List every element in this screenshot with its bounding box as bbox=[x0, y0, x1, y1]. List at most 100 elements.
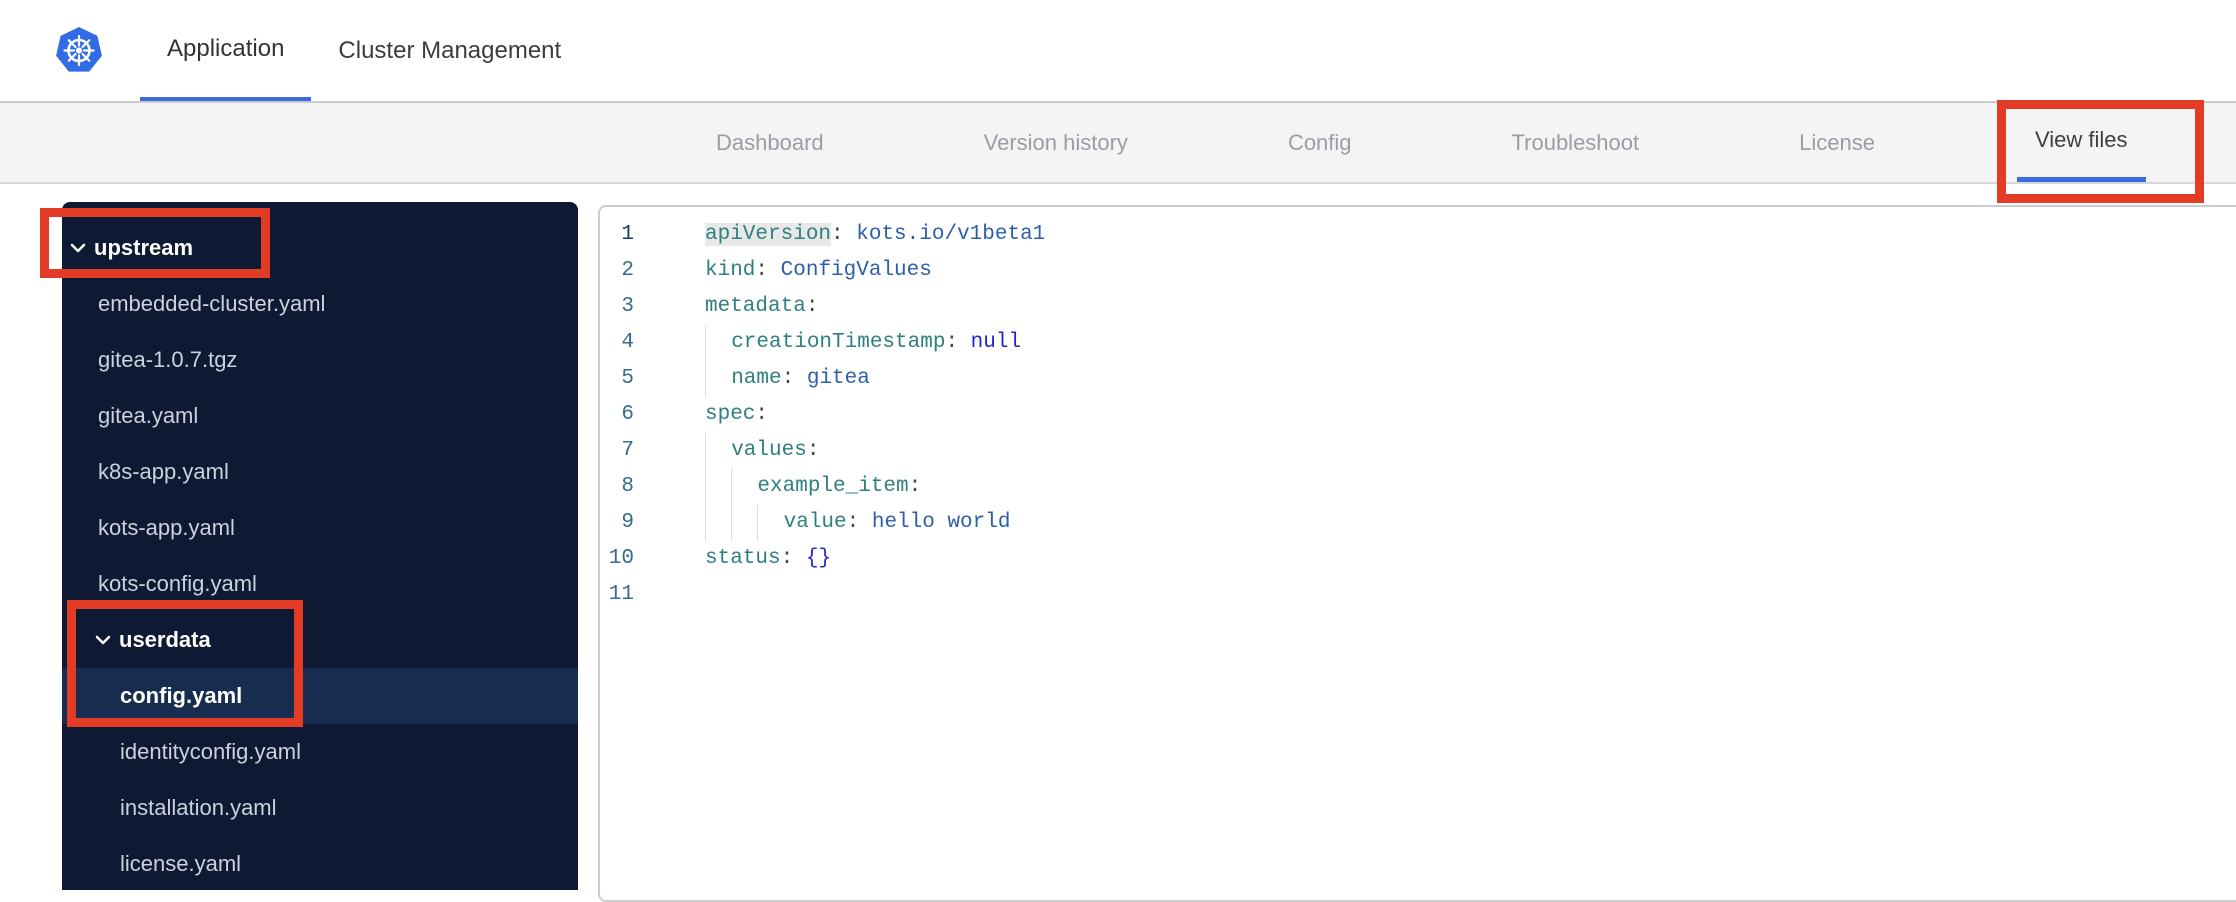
code-token: gitea bbox=[806, 367, 870, 390]
header-tabs: Application Cluster Management bbox=[140, 0, 588, 101]
tree-item-upstream[interactable]: upstream bbox=[40, 208, 578, 278]
indent-guide bbox=[705, 469, 731, 505]
line-number: 6 bbox=[621, 403, 634, 426]
indent-guide bbox=[705, 433, 731, 469]
code-token: spec bbox=[705, 403, 756, 426]
code-line-content: kind: ConfigValues bbox=[705, 259, 932, 282]
tree-item-kots-config-yaml[interactable]: kots-config.yaml bbox=[62, 556, 578, 612]
header-tab-label: Cluster Management bbox=[338, 36, 562, 64]
tree-item-installation-yaml[interactable]: installation.yaml bbox=[62, 780, 578, 836]
header-tab-label: Application bbox=[167, 34, 285, 62]
line-number: 8 bbox=[621, 475, 634, 498]
code-token: : bbox=[755, 403, 769, 426]
code-token: : bbox=[806, 439, 820, 462]
code-token: kots.io/v1beta1 bbox=[856, 223, 1046, 246]
file-label: kots-app.yaml bbox=[98, 515, 235, 540]
header-tab-application[interactable]: Application bbox=[140, 0, 312, 101]
tree-item-kots-app-yaml[interactable]: kots-app.yaml bbox=[62, 500, 578, 556]
code-line-5[interactable]: 5 name: gitea bbox=[600, 361, 2236, 397]
file-label: installation.yaml bbox=[120, 795, 277, 820]
line-number: 1 bbox=[621, 223, 634, 246]
code-line-content: values: bbox=[705, 433, 820, 469]
file-label: license.yaml bbox=[120, 851, 242, 876]
line-number: 9 bbox=[621, 511, 634, 534]
tree-item-embedded-cluster-yaml[interactable]: embedded-cluster.yaml bbox=[62, 276, 578, 332]
nav-tab-label: Troubleshoot bbox=[1511, 129, 1640, 155]
line-number: 10 bbox=[608, 547, 634, 570]
code-line-content: example_item: bbox=[705, 469, 921, 505]
code-token: values bbox=[731, 439, 807, 462]
code-token: : bbox=[755, 259, 769, 282]
code-line-4[interactable]: 4 creationTimestamp: null bbox=[600, 325, 2236, 361]
tree-item-k8s-app-yaml[interactable]: k8s-app.yaml bbox=[62, 444, 578, 500]
indent-guide bbox=[731, 469, 757, 505]
code-token: example_item bbox=[757, 475, 909, 498]
nav-tab-version-history[interactable]: Version history bbox=[966, 103, 1146, 182]
file-label: config.yaml bbox=[120, 683, 243, 708]
chevron-down-icon bbox=[68, 238, 88, 258]
code-line-9[interactable]: 9 value: hello world bbox=[600, 505, 2236, 541]
file-tree-sidebar: upstream embedded-cluster.yaml gitea-1.0.7… bbox=[40, 202, 578, 892]
code-token: name bbox=[731, 367, 782, 390]
nav-tab-label: Version history bbox=[983, 129, 1128, 155]
code-token: : bbox=[780, 547, 794, 570]
file-label: k8s-app.yaml bbox=[98, 459, 229, 484]
code-token: : bbox=[831, 223, 844, 246]
header-tab-cluster-management[interactable]: Cluster Management bbox=[311, 0, 588, 101]
folder-label: userdata bbox=[119, 627, 211, 652]
app-subnav: Dashboard Version history Config Troublesho… bbox=[0, 100, 2236, 203]
line-number: 7 bbox=[621, 439, 634, 462]
nav-tab-license[interactable]: License bbox=[1781, 103, 1893, 182]
indent-guide bbox=[731, 505, 757, 541]
nav-tab-config[interactable]: Config bbox=[1270, 103, 1370, 182]
code-line-11[interactable]: 11 bbox=[600, 577, 2236, 613]
file-label: gitea-1.0.7.tgz bbox=[98, 347, 238, 372]
tree-item-userdata[interactable]: userdata bbox=[62, 600, 578, 727]
nav-tab-view-files[interactable]: View files bbox=[1996, 100, 2204, 203]
nav-tab-label: Config bbox=[1287, 129, 1352, 155]
code-token: null bbox=[970, 331, 1022, 354]
code-line-content: metadata: bbox=[705, 295, 818, 318]
code-line-10[interactable]: 10 status: {} bbox=[600, 541, 2236, 577]
chevron-down-icon bbox=[93, 630, 113, 650]
code-line-content: apiVersion: kots.io/v1beta1 bbox=[705, 223, 1045, 246]
code-line-content: spec: bbox=[705, 403, 768, 426]
nav-tab-label: Dashboard bbox=[716, 129, 824, 155]
code-token: metadata bbox=[705, 295, 806, 318]
tree-item-gitea-1-0-7-tgz[interactable]: gitea-1.0.7.tgz bbox=[62, 332, 578, 388]
tree-item-identityconfig-yaml[interactable]: identityconfig.yaml bbox=[62, 724, 578, 780]
tree-item-gitea-yaml[interactable]: gitea.yaml bbox=[62, 388, 578, 444]
tree-item-config-yaml[interactable]: config.yaml bbox=[62, 668, 578, 724]
code-editor[interactable]: 1 apiVersion: kots.io/v1beta1 2 kind: Confi… bbox=[598, 205, 2236, 902]
nav-tab-troubleshoot[interactable]: Troubleshoot bbox=[1494, 103, 1658, 182]
code-line-content: value: hello world bbox=[705, 505, 1011, 541]
code-line-6[interactable]: 6 spec: bbox=[600, 397, 2236, 433]
file-label: kots-config.yaml bbox=[98, 571, 257, 596]
code-line-8[interactable]: 8 example_item: bbox=[600, 469, 2236, 505]
code-line-1[interactable]: 1 apiVersion: kots.io/v1beta1 bbox=[600, 217, 2236, 253]
code-token: kind bbox=[705, 259, 756, 282]
code-token: : bbox=[781, 367, 795, 390]
code-line-7[interactable]: 7 values: bbox=[600, 433, 2236, 469]
kubernetes-logo-icon bbox=[55, 0, 103, 101]
code-token: : bbox=[945, 331, 959, 354]
line-number: 4 bbox=[621, 331, 634, 354]
code-token: ConfigValues bbox=[780, 259, 932, 282]
code-line-content: status: {} bbox=[705, 547, 831, 570]
nav-tab-label: View files bbox=[2034, 127, 2128, 152]
line-number: 2 bbox=[621, 259, 634, 282]
code-token: value bbox=[783, 511, 847, 534]
code-token: apiVersion bbox=[705, 223, 832, 246]
code-token: creationTimestamp bbox=[731, 331, 946, 354]
tree-item-license-yaml[interactable]: license.yaml bbox=[62, 836, 578, 892]
nav-tab-dashboard[interactable]: Dashboard bbox=[698, 103, 842, 182]
code-line-3[interactable]: 3 metadata: bbox=[600, 289, 2236, 325]
indent-guide bbox=[705, 325, 731, 361]
code-token: hello world bbox=[871, 511, 1011, 534]
code-token: status bbox=[705, 547, 781, 570]
code-line-2[interactable]: 2 kind: ConfigValues bbox=[600, 253, 2236, 289]
